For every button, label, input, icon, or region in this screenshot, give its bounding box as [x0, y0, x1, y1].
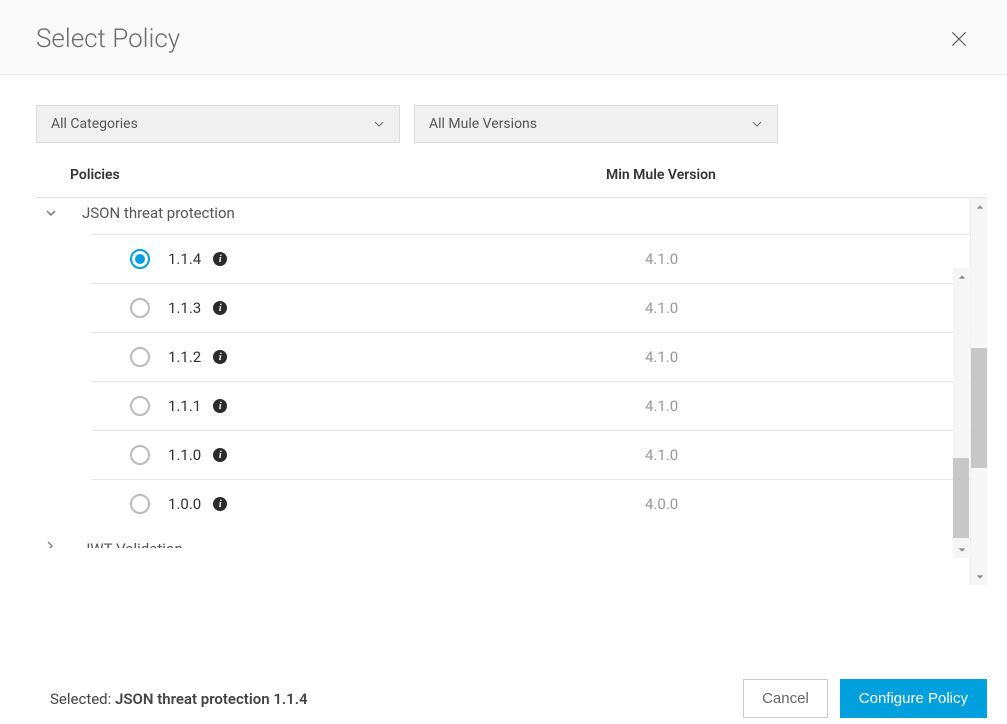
- configure-policy-button[interactable]: Configure Policy: [840, 679, 987, 718]
- selected-summary: Selected: JSON threat protection 1.1.4: [50, 690, 308, 708]
- outer-scrollbar[interactable]: [970, 198, 987, 585]
- scroll-arrow-down-icon[interactable]: [971, 568, 987, 585]
- version-radio[interactable]: [130, 396, 150, 416]
- min-version: 4.0.0: [635, 495, 975, 513]
- policy-group-jwt[interactable]: JWT Validation: [36, 528, 987, 548]
- selected-label: Selected:: [50, 690, 115, 708]
- version-list: 1.1.4 i 4.1.0 1.1.3 i 4.1.0 1.1.2 i 4.1.…: [92, 234, 975, 528]
- policy-list-scroll[interactable]: IP Whitelist JSON threat protection 1.1.…: [36, 198, 987, 585]
- header-min-version: Min Mule Version: [606, 167, 971, 183]
- select-policy-modal: Select Policy All Categories All Mule Ve…: [0, 0, 1007, 724]
- version-radio[interactable]: [130, 249, 150, 269]
- info-icon[interactable]: i: [213, 252, 227, 266]
- chevron-down-icon: [373, 118, 385, 130]
- header-policies: Policies: [36, 167, 606, 183]
- min-version: 4.1.0: [635, 397, 975, 415]
- policy-list-container: IP Whitelist JSON threat protection 1.1.…: [36, 197, 987, 585]
- version-radio[interactable]: [130, 298, 150, 318]
- selected-value: JSON threat protection 1.1.4: [115, 690, 308, 708]
- close-icon: [949, 29, 969, 49]
- modal-title: Select Policy: [36, 24, 180, 54]
- info-icon[interactable]: i: [213, 399, 227, 413]
- info-icon[interactable]: i: [213, 350, 227, 364]
- min-version: 4.1.0: [635, 348, 975, 366]
- chevron-down-icon: [751, 118, 763, 130]
- version-label: 1.1.1: [168, 397, 201, 415]
- min-version: 4.1.0: [635, 299, 975, 317]
- chevron-right-icon: [44, 540, 58, 548]
- info-icon[interactable]: i: [213, 448, 227, 462]
- cancel-button[interactable]: Cancel: [743, 679, 828, 718]
- info-icon[interactable]: i: [213, 497, 227, 511]
- version-label: 1.1.0: [168, 446, 201, 464]
- category-dropdown-label: All Categories: [51, 116, 138, 132]
- scroll-arrow-up-icon[interactable]: [953, 268, 970, 285]
- version-row[interactable]: 1.0.0 i 4.0.0: [92, 479, 975, 528]
- category-dropdown[interactable]: All Categories: [36, 105, 400, 143]
- outer-scrollbar-thumb[interactable]: [971, 348, 987, 468]
- policy-group-label: JSON threat protection: [82, 204, 235, 222]
- modal-footer: Selected: JSON threat protection 1.1.4 C…: [0, 659, 1007, 724]
- version-label: 1.1.4: [168, 250, 201, 268]
- modal-header: Select Policy: [0, 0, 1007, 75]
- scroll-arrow-down-icon[interactable]: [953, 541, 970, 558]
- version-row[interactable]: 1.1.3 i 4.1.0: [92, 283, 975, 332]
- min-version: 4.1.0: [635, 250, 975, 268]
- mule-version-dropdown-label: All Mule Versions: [429, 116, 537, 132]
- min-version: 4.1.0: [635, 446, 975, 464]
- policy-group-label: JWT Validation: [82, 540, 183, 548]
- version-row[interactable]: 1.1.1 i 4.1.0: [92, 381, 975, 430]
- policy-group-json-threat[interactable]: JSON threat protection: [36, 198, 987, 234]
- filter-row: All Categories All Mule Versions: [0, 75, 1007, 159]
- info-icon[interactable]: i: [213, 301, 227, 315]
- version-label: 1.0.0: [168, 495, 201, 513]
- version-row[interactable]: 1.1.4 i 4.1.0: [92, 234, 975, 283]
- version-radio[interactable]: [130, 347, 150, 367]
- version-label: 1.1.2: [168, 348, 201, 366]
- chevron-down-icon: [44, 207, 58, 219]
- footer-buttons: Cancel Configure Policy: [743, 679, 987, 718]
- table-header: Policies Min Mule Version: [0, 159, 1007, 197]
- version-radio[interactable]: [130, 494, 150, 514]
- version-radio[interactable]: [130, 445, 150, 465]
- mule-version-dropdown[interactable]: All Mule Versions: [414, 105, 778, 143]
- version-row[interactable]: 1.1.0 i 4.1.0: [92, 430, 975, 479]
- scroll-arrow-up-icon[interactable]: [971, 198, 987, 215]
- version-label: 1.1.3: [168, 299, 201, 317]
- close-button[interactable]: [947, 27, 971, 51]
- inner-scrollbar[interactable]: [953, 268, 969, 558]
- version-row[interactable]: 1.1.2 i 4.1.0: [92, 332, 975, 381]
- inner-scrollbar-thumb[interactable]: [953, 458, 969, 538]
